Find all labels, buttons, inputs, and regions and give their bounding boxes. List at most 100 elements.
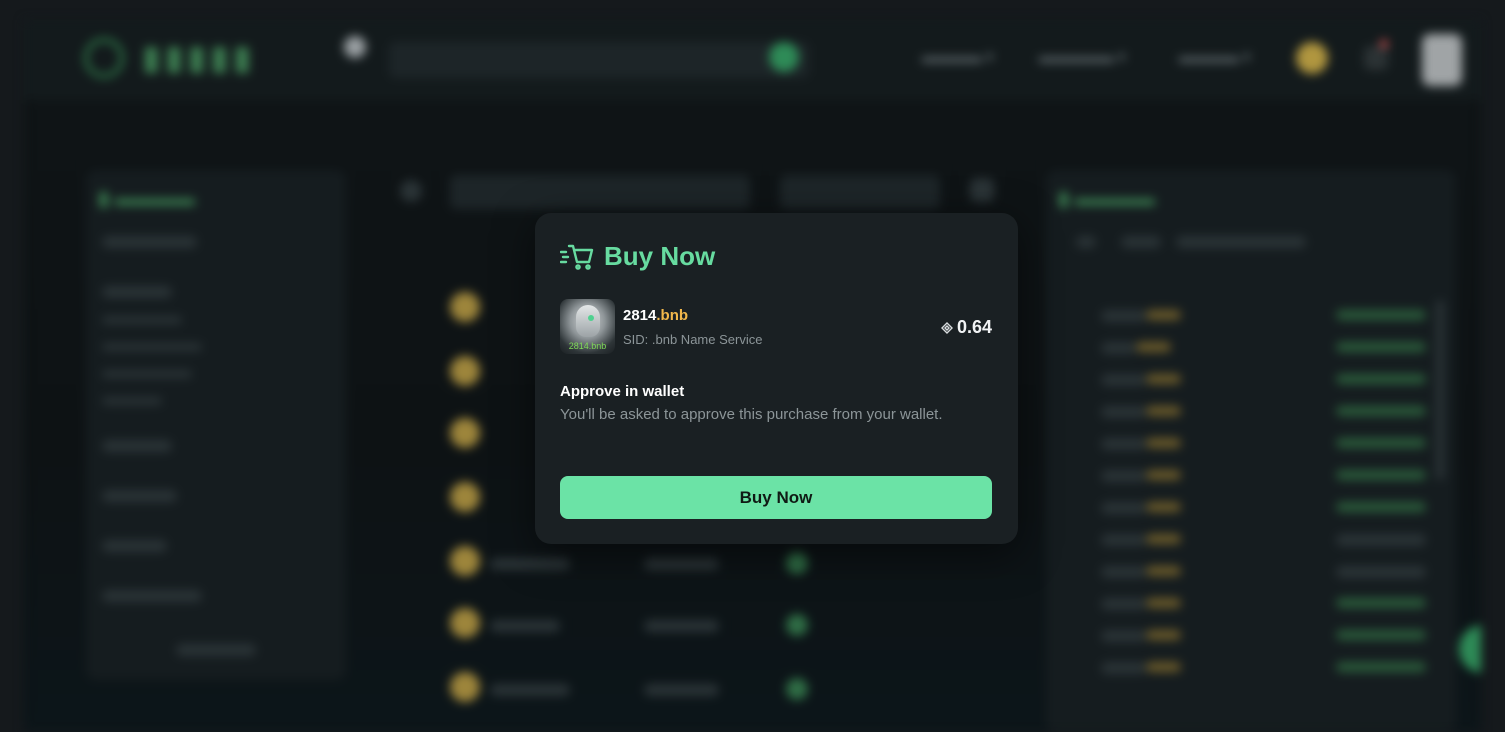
filter-row[interactable] bbox=[102, 590, 202, 602]
filter-row[interactable] bbox=[102, 370, 192, 378]
thumbnail-label: 2814.bnb bbox=[568, 341, 607, 351]
filter-row[interactable] bbox=[102, 316, 182, 324]
nav-item-collections[interactable]: ▬▬▬▬▬ ▾ bbox=[1039, 48, 1126, 66]
domain-status bbox=[644, 558, 719, 570]
price-token-icon bbox=[786, 614, 808, 636]
activity-row bbox=[1101, 502, 1146, 514]
notification-dot bbox=[1380, 40, 1388, 48]
activity-row bbox=[1101, 406, 1146, 418]
activity-row bbox=[1146, 406, 1181, 416]
filter-row[interactable] bbox=[102, 397, 162, 405]
activity-row bbox=[1146, 662, 1181, 672]
robot-head-icon bbox=[576, 305, 600, 337]
badge-icon bbox=[344, 36, 366, 58]
activity-tab[interactable] bbox=[1176, 236, 1306, 248]
buy-now-modal: Buy Now 2814.bnb 2814.bnb SID: .bnb Name… bbox=[535, 213, 1018, 544]
filter-row[interactable] bbox=[102, 343, 202, 351]
filter-row[interactable] bbox=[102, 286, 172, 298]
domain-avatar bbox=[450, 482, 480, 512]
activity-row bbox=[1146, 534, 1181, 544]
activity-row bbox=[1336, 374, 1426, 384]
domain-name: 2814.bnb bbox=[623, 307, 688, 324]
filter-row[interactable] bbox=[102, 490, 177, 502]
activity-row bbox=[1146, 310, 1181, 320]
domain-thumbnail: 2814.bnb bbox=[560, 299, 615, 354]
activity-row bbox=[1146, 470, 1181, 480]
activity-row bbox=[1101, 598, 1146, 610]
activity-row bbox=[1101, 470, 1146, 482]
domain-tld: .bnb bbox=[656, 307, 689, 324]
activity-row bbox=[1336, 310, 1426, 320]
activity-row bbox=[1146, 630, 1181, 640]
cart-icon bbox=[560, 244, 594, 270]
activity-row bbox=[1146, 598, 1181, 608]
domain-avatar bbox=[450, 418, 480, 448]
activity-row bbox=[1336, 598, 1426, 608]
activity-row bbox=[1336, 406, 1426, 416]
domain-name[interactable] bbox=[490, 684, 570, 696]
activity-tab[interactable] bbox=[1076, 236, 1096, 248]
domain-status bbox=[644, 684, 719, 696]
activity-row bbox=[1101, 374, 1146, 386]
robot-eye-icon bbox=[588, 315, 594, 321]
domain-avatar bbox=[450, 672, 480, 702]
activity-row bbox=[1101, 438, 1146, 450]
price-token-icon bbox=[786, 678, 808, 700]
token-icon[interactable] bbox=[1296, 42, 1328, 74]
domain-name-main: 2814 bbox=[623, 307, 657, 324]
activity-row bbox=[1101, 310, 1146, 322]
domain-status bbox=[644, 620, 719, 632]
chat-icon[interactable] bbox=[1459, 625, 1481, 673]
filter-row[interactable] bbox=[102, 540, 167, 552]
activity-panel-title: ▮ ▬▬▬▬ bbox=[1058, 188, 1155, 210]
nav-item-domains[interactable]: ▬▬▬▬ ▾ bbox=[922, 48, 994, 66]
approve-title: Approve in wallet bbox=[560, 383, 685, 400]
brand-logo: ▮▮▮▮▮ bbox=[142, 39, 256, 77]
bell-icon[interactable] bbox=[1364, 46, 1388, 70]
domain-name[interactable] bbox=[490, 558, 570, 570]
modal-header: Buy Now bbox=[560, 241, 715, 272]
activity-row bbox=[1336, 342, 1426, 352]
scrollbar[interactable] bbox=[1436, 300, 1444, 480]
domain-subtitle: SID: .bnb Name Service bbox=[623, 332, 763, 347]
activity-row bbox=[1336, 662, 1426, 672]
activity-panel: ▮ ▬▬▬▬ bbox=[1046, 170, 1456, 732]
domain-name[interactable] bbox=[490, 620, 560, 632]
top-navigation-bar: ▮▮▮▮▮ ▬▬▬▬ ▾ ▬▬▬▬▬ ▾ ▬▬▬▬ ▾ bbox=[24, 20, 1481, 100]
activity-row bbox=[1336, 502, 1426, 512]
price-value: 0.64 bbox=[956, 317, 992, 337]
filter-row[interactable] bbox=[102, 236, 197, 248]
list-search-input[interactable] bbox=[450, 175, 750, 209]
view-toggle-icon[interactable] bbox=[970, 178, 994, 202]
filter-panel: ▮ ▬▬▬▬ bbox=[86, 170, 346, 680]
activity-row bbox=[1146, 502, 1181, 512]
nav-item-more[interactable]: ▬▬▬▬ ▾ bbox=[1179, 48, 1251, 66]
modal-title: Buy Now bbox=[604, 241, 716, 271]
activity-row bbox=[1136, 342, 1171, 352]
activity-row bbox=[1336, 630, 1426, 640]
activity-row bbox=[1101, 662, 1146, 674]
search-input[interactable] bbox=[389, 42, 809, 78]
sort-select[interactable] bbox=[780, 175, 940, 209]
search-icon[interactable] bbox=[769, 42, 799, 72]
domain-avatar bbox=[450, 546, 480, 576]
avatar[interactable] bbox=[1422, 34, 1462, 86]
buy-now-button[interactable]: Buy Now bbox=[560, 476, 992, 519]
price-token-icon bbox=[786, 552, 808, 574]
filter-toggle-icon[interactable] bbox=[400, 180, 422, 202]
logo-icon bbox=[84, 38, 124, 78]
filter-panel-title: ▮ ▬▬▬▬ bbox=[98, 188, 195, 210]
apply-filter-button[interactable] bbox=[176, 644, 256, 656]
activity-row bbox=[1336, 438, 1426, 448]
domain-avatar bbox=[450, 356, 480, 386]
purchase-item: 2814.bnb 2814.bnb SID: .bnb Name Service… bbox=[560, 299, 992, 355]
filter-row[interactable] bbox=[102, 440, 172, 452]
activity-tab[interactable] bbox=[1121, 236, 1161, 248]
activity-row bbox=[1146, 438, 1181, 448]
activity-row bbox=[1101, 630, 1146, 642]
domain-avatar bbox=[450, 608, 480, 638]
activity-row bbox=[1146, 566, 1181, 576]
activity-row bbox=[1101, 566, 1146, 578]
bnb-icon bbox=[940, 321, 953, 334]
domain-avatar bbox=[450, 292, 480, 322]
